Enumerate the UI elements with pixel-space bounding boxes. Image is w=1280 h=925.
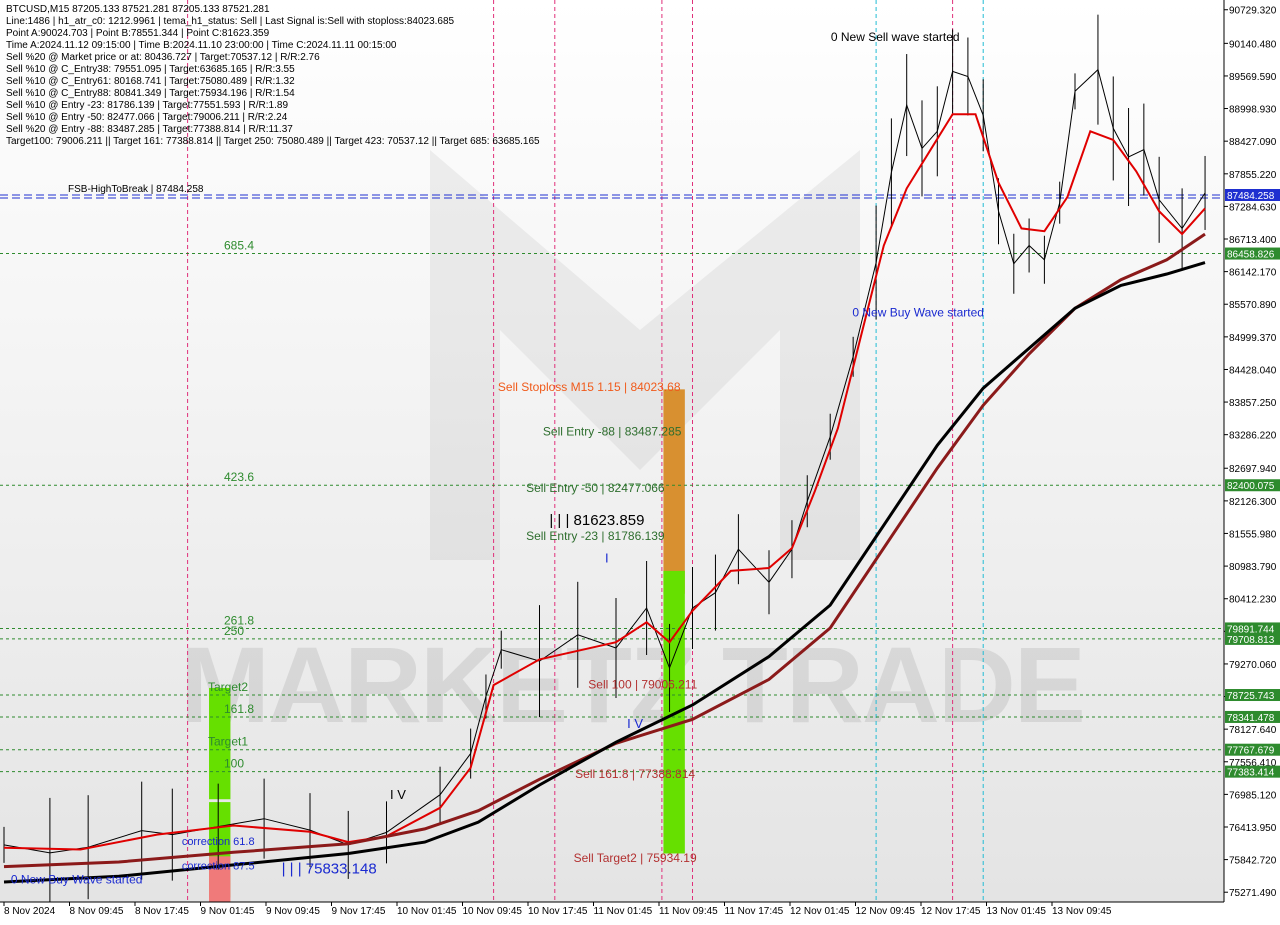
y-tick-label: 87855.220 xyxy=(1229,170,1277,181)
info-panel-line: Sell %10 @ C_Entry88: 80841.349 | Target… xyxy=(6,88,295,99)
fib-level-label: 250 xyxy=(224,624,244,638)
chart-annotation: Sell 161.8 | 77388.814 xyxy=(575,767,695,781)
fib-level-label: Target2 xyxy=(208,680,248,694)
y-tick-label: 89569.590 xyxy=(1229,72,1277,83)
info-panel-line: Point A:90024.703 | Point B:78551.344 | … xyxy=(6,28,270,39)
info-panel-line: Target100: 79006.211 || Target 161: 7738… xyxy=(6,136,540,147)
y-tick-label: 75271.490 xyxy=(1229,888,1277,899)
x-tick-label: 11 Nov 09:45 xyxy=(659,906,718,917)
x-tick-label: 9 Nov 01:45 xyxy=(201,906,255,917)
price-tag-label: 82400.075 xyxy=(1227,481,1275,492)
y-tick-label: 90140.480 xyxy=(1229,39,1277,50)
y-tick-label: 80983.790 xyxy=(1229,562,1277,573)
chart-annotation: Sell 100 | 79006.211 xyxy=(588,677,697,691)
info-panel-line: Sell %10 @ Entry -23: 81786.139 | Target… xyxy=(6,100,288,111)
signal-bar xyxy=(663,570,685,854)
price-tag-label: 77383.414 xyxy=(1227,768,1275,779)
info-panel-line: Sell %10 @ C_Entry38: 79551.095 | Target… xyxy=(6,64,295,75)
x-tick-label: 8 Nov 2024 xyxy=(4,906,56,917)
chart-annotation: 0 New Buy Wave started xyxy=(852,305,984,319)
y-tick-label: 80412.230 xyxy=(1229,595,1277,606)
x-tick-label: 10 Nov 01:45 xyxy=(397,906,457,917)
chart-annotation: Sell Target2 | 75934.19 xyxy=(574,851,697,865)
y-tick-label: 82126.300 xyxy=(1229,497,1277,508)
y-tick-label: 75842.720 xyxy=(1229,856,1277,867)
price-chart[interactable]: MARKETZ TRADE685.4423.6261.8250Target216… xyxy=(0,0,1280,920)
info-panel-line: Time A:2024.11.12 09:15:00 | Time B:2024… xyxy=(6,40,397,51)
y-tick-label: 84999.370 xyxy=(1229,333,1277,344)
y-tick-label: 86142.170 xyxy=(1229,268,1277,279)
x-tick-label: 13 Nov 01:45 xyxy=(987,906,1047,917)
info-panel-line: Line:1486 | h1_atr_c0: 1212.9961 | tema_… xyxy=(6,16,455,27)
y-tick-label: 76413.950 xyxy=(1229,823,1277,834)
chart-annotation: correction 61.8 xyxy=(182,836,255,848)
info-panel-line: BTCUSD,M15 87205.133 87521.281 87205.133… xyxy=(6,4,270,15)
x-tick-label: 8 Nov 09:45 xyxy=(70,906,124,917)
x-tick-label: 12 Nov 09:45 xyxy=(856,906,916,917)
x-tick-label: 12 Nov 17:45 xyxy=(921,906,981,917)
y-tick-label: 90729.320 xyxy=(1229,6,1277,17)
fib-level-label: Target1 xyxy=(208,735,248,749)
x-tick-label: 10 Nov 17:45 xyxy=(528,906,588,917)
x-tick-label: 9 Nov 09:45 xyxy=(266,906,320,917)
chart-annotation: Sell Entry -23 | 81786.139 xyxy=(526,529,665,543)
y-tick-label: 88998.930 xyxy=(1229,105,1277,116)
y-tick-label: 84428.040 xyxy=(1229,365,1277,376)
chart-annotation: | | | 81623.859 xyxy=(549,512,644,529)
x-tick-label: 8 Nov 17:45 xyxy=(135,906,189,917)
price-tag-label: 77767.679 xyxy=(1227,746,1275,757)
chart-annotation: I V xyxy=(390,787,406,802)
info-panel-line: Sell %20 @ Market price or at: 80436.727… xyxy=(6,52,320,63)
price-tag-label: 78341.478 xyxy=(1227,713,1275,724)
y-tick-label: 79270.060 xyxy=(1229,660,1277,671)
x-tick-label: 11 Nov 01:45 xyxy=(594,906,653,917)
y-tick-label: 83857.250 xyxy=(1229,398,1277,409)
chart-window: MARKETZ TRADE 685.4 423.6 261.8 250 Target2 16… xyxy=(0,0,1280,920)
chart-annotation: I V xyxy=(627,716,643,731)
y-tick-label: 82697.940 xyxy=(1229,464,1277,475)
chart-annotation: Sell Entry -50 | 82477.066 xyxy=(526,481,665,495)
chart-annotation: 0 New Buy Wave started xyxy=(11,873,143,887)
y-tick-label: 76985.120 xyxy=(1229,790,1277,801)
chart-annotation: Sell Entry -88 | 83487.285 xyxy=(543,425,682,439)
price-tag-label: 87484.258 xyxy=(1227,191,1275,202)
y-tick-label: 87284.630 xyxy=(1229,202,1277,213)
fib-level-label: 161.8 xyxy=(224,702,254,716)
info-panel-line: Sell %10 @ C_Entry61: 80168.741 | Target… xyxy=(6,76,295,87)
x-tick-label: 10 Nov 09:45 xyxy=(463,906,523,917)
info-panel-line: Sell %10 @ Entry -50: 82477.066 | Target… xyxy=(6,112,288,123)
price-tag-label: 78725.743 xyxy=(1227,691,1275,702)
fib-level-label: 685.4 xyxy=(224,239,254,253)
price-tag-label: 79708.813 xyxy=(1227,635,1275,646)
y-tick-label: 78127.640 xyxy=(1229,725,1277,736)
y-tick-label: 83286.220 xyxy=(1229,431,1277,442)
y-tick-label: 85570.890 xyxy=(1229,300,1277,311)
signal-bar xyxy=(663,389,685,594)
y-tick-label: 86713.400 xyxy=(1229,235,1277,246)
fib-level-label: 423.6 xyxy=(224,470,254,484)
info-panel-line: Sell %20 @ Entry -88: 83487.285 | Target… xyxy=(6,124,293,135)
chart-annotation: 0 New Sell wave started xyxy=(831,30,960,44)
x-tick-label: 11 Nov 17:45 xyxy=(725,906,784,917)
x-tick-label: 13 Nov 09:45 xyxy=(1052,906,1112,917)
x-tick-label: 12 Nov 01:45 xyxy=(790,906,850,917)
chart-annotation: | | | 75833.148 xyxy=(282,860,377,877)
chart-annotation: I xyxy=(605,550,609,565)
fib-level-label: 100 xyxy=(224,757,244,771)
chart-annotation: Sell Stoploss M15 1.15 | 84023.68 xyxy=(498,380,681,394)
x-tick-label: 9 Nov 17:45 xyxy=(332,906,386,917)
y-tick-label: 88427.090 xyxy=(1229,137,1277,148)
y-tick-label: 81555.980 xyxy=(1229,529,1277,540)
price-tag-label: 86458.826 xyxy=(1227,250,1275,261)
chart-annotation: correction 87.5 xyxy=(182,860,255,872)
fsb-label: FSB-HighToBreak | 87484.258 xyxy=(68,184,204,195)
